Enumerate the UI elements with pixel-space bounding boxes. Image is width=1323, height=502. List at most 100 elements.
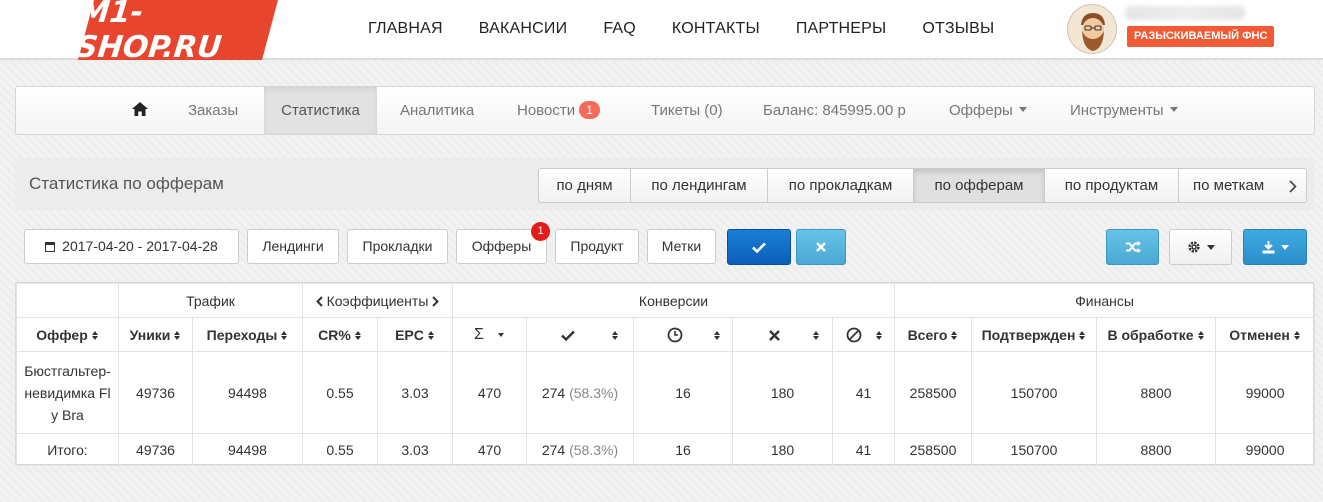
col-clicks[interactable]: Переходы xyxy=(192,317,303,352)
col-fin-total[interactable]: Всего xyxy=(894,317,973,352)
cell-canceled: 41 xyxy=(831,433,896,466)
chevron-right-icon xyxy=(1289,180,1297,193)
cell-clicks: 94498 xyxy=(192,351,303,434)
cell-uniques: 49736 xyxy=(118,351,193,434)
user-avatar[interactable] xyxy=(1067,4,1117,54)
ban-icon xyxy=(846,327,862,342)
shuffle-button[interactable] xyxy=(1106,229,1159,265)
sort-icon xyxy=(91,331,99,341)
cell-cr: 0.55 xyxy=(302,433,378,466)
group-conversions: Конверсии xyxy=(451,283,896,318)
filter-prelandings-button[interactable]: Прокладки xyxy=(347,229,448,264)
cell-fin-canceled: 99000 xyxy=(1215,433,1316,466)
cell-epc: 3.03 xyxy=(377,351,453,434)
col-fin-processing[interactable]: В обработке xyxy=(1096,317,1217,352)
nav-faq[interactable]: FAQ xyxy=(603,20,636,38)
cell-confirmed: 274 (58.3%) xyxy=(526,351,634,434)
cell-fin-processing: 8800 xyxy=(1096,433,1217,466)
cell-fin-confirmed: 150700 xyxy=(971,351,1098,434)
cell-uniques: 49736 xyxy=(118,433,193,466)
cell-processing: 16 xyxy=(633,351,733,434)
tab-by-products[interactable]: по продуктам xyxy=(1045,168,1179,203)
sort-icon xyxy=(1293,331,1301,341)
panel-nav-orders[interactable]: Заказы xyxy=(188,87,238,134)
sort-icon xyxy=(1079,331,1086,341)
clock-icon xyxy=(667,327,682,342)
sort-icon xyxy=(427,331,435,341)
cell-processing: 16 xyxy=(633,433,733,466)
cell-fin-total: 258500 xyxy=(894,351,973,434)
filter-landings-button[interactable]: Лендинги xyxy=(247,229,339,264)
cell-rejected: 180 xyxy=(732,351,833,434)
panel-nav: Заказы Статистика Аналитика Новости 1 Тик… xyxy=(15,86,1315,135)
download-icon xyxy=(1262,240,1274,253)
col-fin-canceled[interactable]: Отменен xyxy=(1215,317,1316,352)
rank-badge: РАЗЫСКИВАЕМЫЙ ФНС xyxy=(1127,26,1275,47)
tab-by-prelandings[interactable]: по прокладкам xyxy=(768,168,914,203)
chevron-down-icon xyxy=(1018,107,1027,112)
col-epc[interactable]: EPC xyxy=(377,317,453,352)
site-logo[interactable]: M1-SHOP.RU xyxy=(78,0,278,60)
stats-table: Трафик Коэффициенты Конверсии Финансы Оф… xyxy=(15,282,1316,466)
times-icon xyxy=(816,242,826,252)
chevron-down-icon xyxy=(1169,107,1178,112)
apply-filters-button[interactable] xyxy=(727,229,791,265)
table-total-row: Итого: 49736 94498 0.55 3.03 470 274 (58… xyxy=(16,433,1316,466)
tab-by-tags[interactable]: по меткам xyxy=(1179,168,1307,203)
reset-filters-button[interactable] xyxy=(796,229,846,265)
stats-bar: Статистика по офферам по дням по лендинг… xyxy=(15,158,1315,210)
date-range-picker[interactable]: 2017-04-20 - 2017-04-28 xyxy=(24,229,239,264)
sort-icon xyxy=(612,331,619,341)
gear-icon xyxy=(1187,241,1200,253)
panel-nav-analytics[interactable]: Аналитика xyxy=(400,87,474,134)
tab-by-days[interactable]: по дням xyxy=(538,168,631,203)
col-fin-confirmed[interactable]: Подтвержден xyxy=(971,317,1098,352)
col-uniques[interactable]: Уники xyxy=(118,317,193,352)
chevron-down-icon xyxy=(1280,244,1289,250)
panel-nav-statistics[interactable]: Статистика xyxy=(264,87,377,134)
shuffle-icon xyxy=(1125,241,1141,253)
cell-fin-confirmed: 150700 xyxy=(971,433,1098,466)
tab-by-landings[interactable]: по лендингам xyxy=(631,168,768,203)
sort-icon xyxy=(875,331,883,341)
nav-reviews[interactable]: ОТЗЫВЫ xyxy=(922,20,994,38)
home-icon[interactable] xyxy=(132,87,148,134)
nav-home[interactable]: ГЛАВНАЯ xyxy=(368,20,443,38)
settings-dropdown-button[interactable] xyxy=(1169,229,1232,265)
panel-nav-tools[interactable]: Инструменты xyxy=(1070,87,1178,134)
main-nav: ГЛАВНАЯ ВАКАНСИИ FAQ КОНТАКТЫ ПАРТНЕРЫ О… xyxy=(368,0,1030,58)
cell-canceled: 41 xyxy=(831,351,896,434)
col-confirmed[interactable] xyxy=(526,317,634,352)
nav-partners[interactable]: ПАРТНЕРЫ xyxy=(796,20,887,38)
nav-vacancies[interactable]: ВАКАНСИИ xyxy=(479,20,568,38)
filter-product-button[interactable]: Продукт xyxy=(555,229,639,264)
panel-nav-offers[interactable]: Офферы xyxy=(949,87,1027,134)
col-offer[interactable]: Оффер xyxy=(16,317,119,352)
times-icon xyxy=(768,329,780,341)
cell-fin-canceled: 99000 xyxy=(1215,351,1316,434)
table-group-header: Трафик Коэффициенты Конверсии Финансы xyxy=(16,283,1316,318)
top-header: M1-SHOP.RU ГЛАВНАЯ ВАКАНСИИ FAQ КОНТАКТЫ… xyxy=(0,0,1323,60)
col-canceled[interactable] xyxy=(831,317,896,352)
nav-contacts[interactable]: КОНТАКТЫ xyxy=(672,20,760,38)
panel-nav-balance[interactable]: Баланс: 845995.00 р xyxy=(763,87,906,134)
cell-offer[interactable]: Бюстгальтер- невидимка Fl y Bra xyxy=(16,351,119,434)
col-rejected[interactable] xyxy=(732,317,833,352)
sort-icon xyxy=(281,331,288,341)
panel-nav-tickets[interactable]: Тикеты (0) xyxy=(651,87,723,134)
chevron-left-icon xyxy=(315,295,323,307)
panel-nav-news[interactable]: Новости 1 xyxy=(517,87,600,134)
group-empty xyxy=(16,283,119,318)
cell-confirmed: 274 (58.3%) xyxy=(526,433,634,466)
col-cr[interactable]: CR% xyxy=(302,317,378,352)
tab-by-offers[interactable]: по офферам xyxy=(914,168,1045,203)
table-column-header: Оффер Уники Переходы CR% EPC Σ Всего Под… xyxy=(16,317,1316,352)
col-processing[interactable] xyxy=(633,317,733,352)
download-dropdown-button[interactable] xyxy=(1243,229,1307,265)
offers-filter-badge: 1 xyxy=(531,222,550,241)
col-sum[interactable]: Σ xyxy=(452,317,527,352)
table-row[interactable]: Бюстгальтер- невидимка Fl y Bra 49736 94… xyxy=(16,351,1316,434)
cell-total-label: Итого: xyxy=(16,433,119,466)
filter-tags-button[interactable]: Метки xyxy=(647,229,716,264)
group-coefficients[interactable]: Коэффициенты xyxy=(302,283,453,318)
